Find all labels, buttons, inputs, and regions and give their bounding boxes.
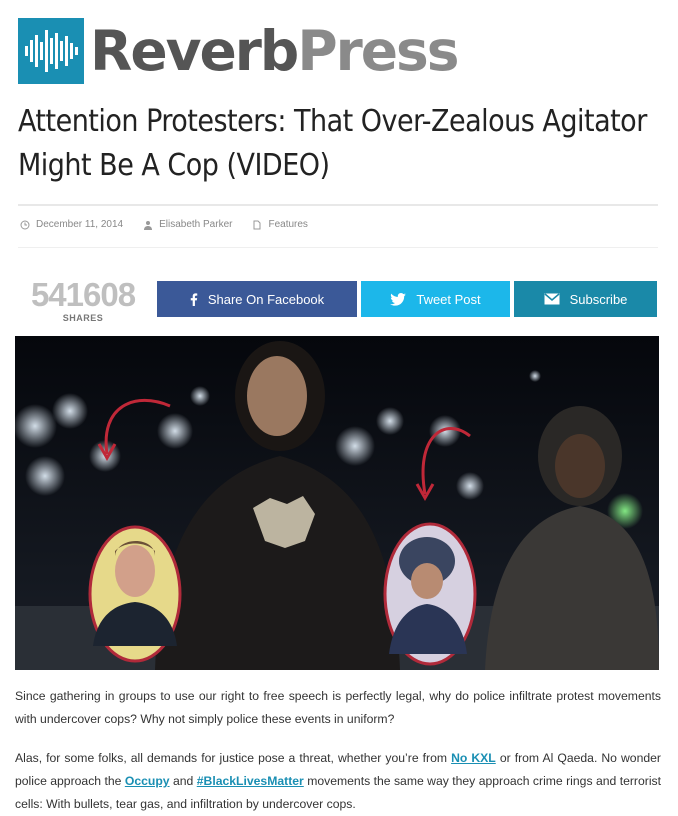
share-count-label: SHARES — [62, 313, 104, 323]
share-facebook-button[interactable]: Share On Facebook — [157, 281, 357, 317]
article-title-line-1: Attention Protesters: That Over-Zealous … — [18, 104, 647, 139]
meta-author[interactable]: Elisabeth Parker — [143, 219, 232, 230]
meta-date-text: December 11, 2014 — [36, 219, 124, 230]
hero-illustration — [15, 336, 659, 670]
p2-text-a: Alas, for some folks, all demands for ju… — [15, 751, 452, 765]
subscribe-label: Subscribe — [569, 291, 628, 307]
site-logo[interactable]: ReverbPress — [18, 18, 460, 84]
meta-date: December 11, 2014 — [20, 219, 123, 230]
share-count-number: 541608 — [30, 276, 136, 313]
document-icon — [253, 220, 261, 229]
meta-divider-top — [18, 204, 658, 206]
meta-category[interactable]: Features — [252, 219, 308, 230]
tweet-post-button[interactable]: Tweet Post — [361, 281, 510, 317]
user-icon — [144, 220, 153, 230]
twitter-bird-icon — [390, 292, 407, 306]
article-paragraph-1: Since gathering in groups to use our rig… — [15, 689, 661, 726]
link-no-kxl[interactable]: No KXL — [451, 751, 496, 765]
logo-word-press: Press — [297, 19, 459, 83]
share-counter: 541608 SHARES — [18, 276, 148, 324]
article-paragraph-2: Alas, for some folks, all demands for ju… — [15, 747, 661, 816]
clock-icon — [20, 220, 30, 229]
link-blacklivesmatter[interactable]: #BlackLivesMatter — [197, 774, 304, 788]
meta-category-text: Features — [268, 219, 308, 230]
article-title: Attention Protesters: That Over-Zealous … — [18, 100, 658, 188]
subscribe-button[interactable]: Subscribe — [514, 281, 657, 317]
site-name: ReverbPress — [90, 18, 460, 84]
tweet-post-label: Tweet Post — [416, 291, 481, 307]
meta-divider-bottom — [18, 247, 658, 248]
link-occupy[interactable]: Occupy — [125, 774, 170, 788]
share-facebook-label: Share On Facebook — [207, 291, 325, 307]
logo-word-reverb: Reverb — [90, 19, 299, 83]
soundwave-logo-icon — [18, 18, 84, 84]
article-meta: December 11, 2014 Elisabeth Parker Featu… — [20, 219, 328, 230]
facebook-icon — [190, 292, 198, 306]
p2-text-c: and — [169, 774, 197, 788]
article-title-line-2: Might Be A Cop (VIDEO) — [18, 148, 330, 183]
article-hero-image[interactable] — [15, 336, 659, 670]
meta-author-text: Elisabeth Parker — [159, 219, 233, 230]
envelope-icon — [544, 293, 560, 305]
